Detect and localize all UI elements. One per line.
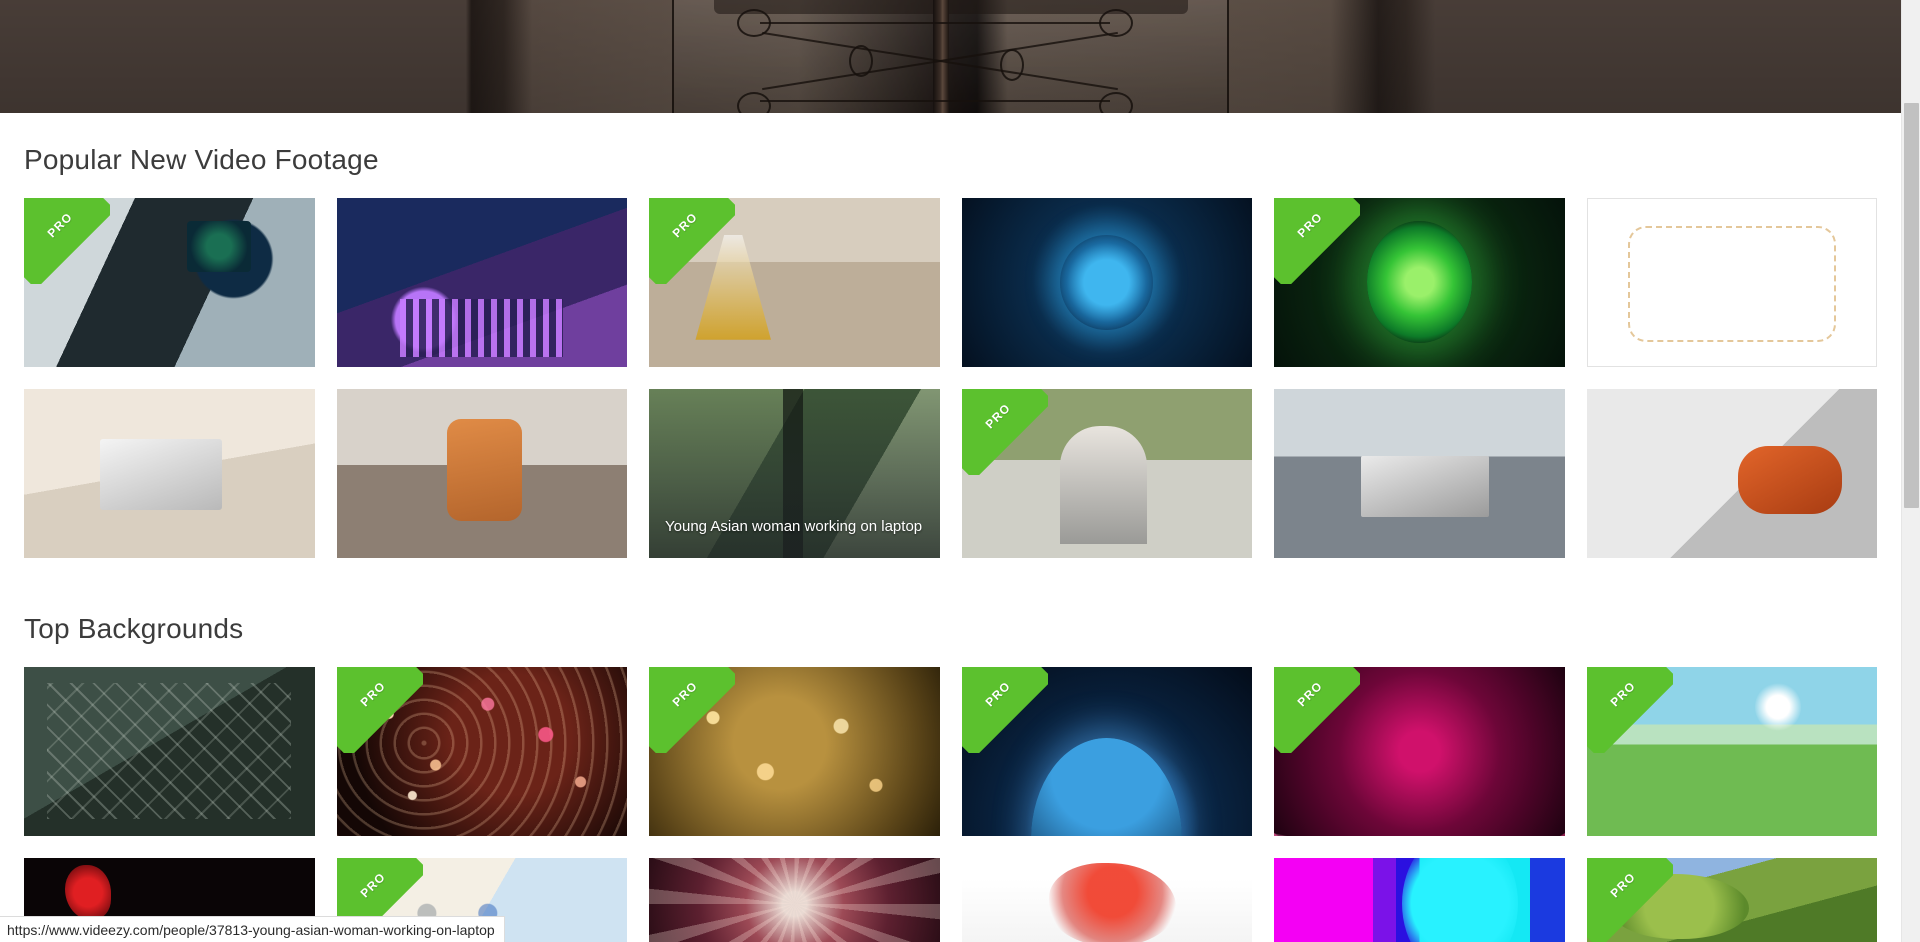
- video-thumbnail: [649, 197, 940, 367]
- ironwork-curl-icon: [1000, 49, 1024, 81]
- video-thumbnail: [1274, 388, 1565, 558]
- video-thumbnail: [1274, 857, 1565, 942]
- video-card[interactable]: PRO: [24, 197, 315, 367]
- video-thumbnail: [649, 857, 940, 942]
- video-card[interactable]: [336, 388, 627, 558]
- video-thumbnail: [961, 666, 1252, 836]
- video-card[interactable]: [1274, 388, 1565, 558]
- video-thumbnail: [1586, 388, 1877, 558]
- video-thumbnail: [336, 666, 627, 836]
- video-card[interactable]: PRO: [1586, 857, 1877, 942]
- thumbnail-grid: Young Asian woman working on laptop PRO: [24, 388, 1877, 558]
- ironwork-curl-icon: [1099, 92, 1133, 113]
- section-1: Popular New Video Footage PRO PRO PRO Young …: [0, 113, 1901, 558]
- browser-viewport: Popular New Video Footage PRO PRO PRO Young …: [0, 0, 1920, 942]
- status-bar: https://www.videezy.com/people/37813-you…: [0, 916, 505, 942]
- video-card[interactable]: PRO: [1274, 666, 1565, 836]
- video-thumbnail: [1587, 198, 1876, 366]
- video-card[interactable]: [24, 666, 315, 836]
- section-title: Top Backgrounds: [24, 612, 244, 644]
- ironwork-line: [760, 100, 1110, 102]
- video-card[interactable]: [1586, 388, 1877, 558]
- video-thumbnail: [24, 388, 315, 558]
- video-card[interactable]: [336, 197, 627, 367]
- video-thumbnail: [24, 197, 315, 367]
- status-bar-url: https://www.videezy.com/people/37813-you…: [7, 921, 495, 938]
- video-title-caption: Young Asian woman working on laptop: [665, 517, 923, 535]
- video-card[interactable]: PRO: [336, 666, 627, 836]
- video-card[interactable]: [649, 857, 940, 942]
- video-card[interactable]: PRO: [961, 666, 1252, 836]
- video-thumbnail: [1586, 666, 1877, 836]
- video-card[interactable]: PRO: [961, 388, 1252, 558]
- hero-banner[interactable]: [0, 0, 1901, 113]
- ironwork-line: [760, 22, 1110, 24]
- video-card[interactable]: PRO: [1586, 666, 1877, 836]
- section-title: Popular New Video Footage: [24, 144, 379, 175]
- video-thumbnail: [336, 388, 627, 558]
- video-thumbnail: [1274, 197, 1565, 367]
- sections-container: Popular New Video Footage PRO PRO PRO Young …: [0, 113, 1901, 942]
- video-thumbnail: [336, 197, 627, 367]
- video-card[interactable]: PRO: [1274, 197, 1565, 367]
- video-card[interactable]: [1586, 197, 1877, 367]
- page-scrollbar[interactable]: [1901, 0, 1920, 942]
- video-hover-overlay[interactable]: Young Asian woman working on laptop: [649, 388, 940, 558]
- video-card[interactable]: PRO: [649, 197, 940, 367]
- video-thumbnail: [961, 197, 1252, 367]
- video-thumbnail: [649, 666, 940, 836]
- video-thumbnail: [961, 388, 1252, 558]
- thumbnail-grid: PRO PRO PRO: [24, 197, 1877, 367]
- video-thumbnail: [1586, 857, 1877, 942]
- scrollbar-thumb[interactable]: [1904, 103, 1919, 508]
- video-thumbnail: [1274, 666, 1565, 836]
- video-card[interactable]: [961, 197, 1252, 367]
- video-thumbnail: [961, 857, 1252, 942]
- video-card[interactable]: [961, 857, 1252, 942]
- video-card[interactable]: [24, 388, 315, 558]
- page-content: Popular New Video Footage PRO PRO PRO Young …: [0, 113, 1901, 942]
- video-card[interactable]: [1274, 857, 1565, 942]
- ironwork-curl-icon: [737, 92, 771, 113]
- section-2: Top Backgrounds PRO PRO PRO PRO PRO PRO PRO: [0, 558, 1901, 942]
- video-card[interactable]: Young Asian woman working on laptop: [649, 388, 940, 558]
- thumbnail-grid: PRO PRO PRO PRO PRO: [24, 666, 1877, 836]
- hero-banner-pole: [933, 0, 949, 113]
- video-thumbnail: [24, 666, 315, 836]
- video-card[interactable]: PRO: [649, 666, 940, 836]
